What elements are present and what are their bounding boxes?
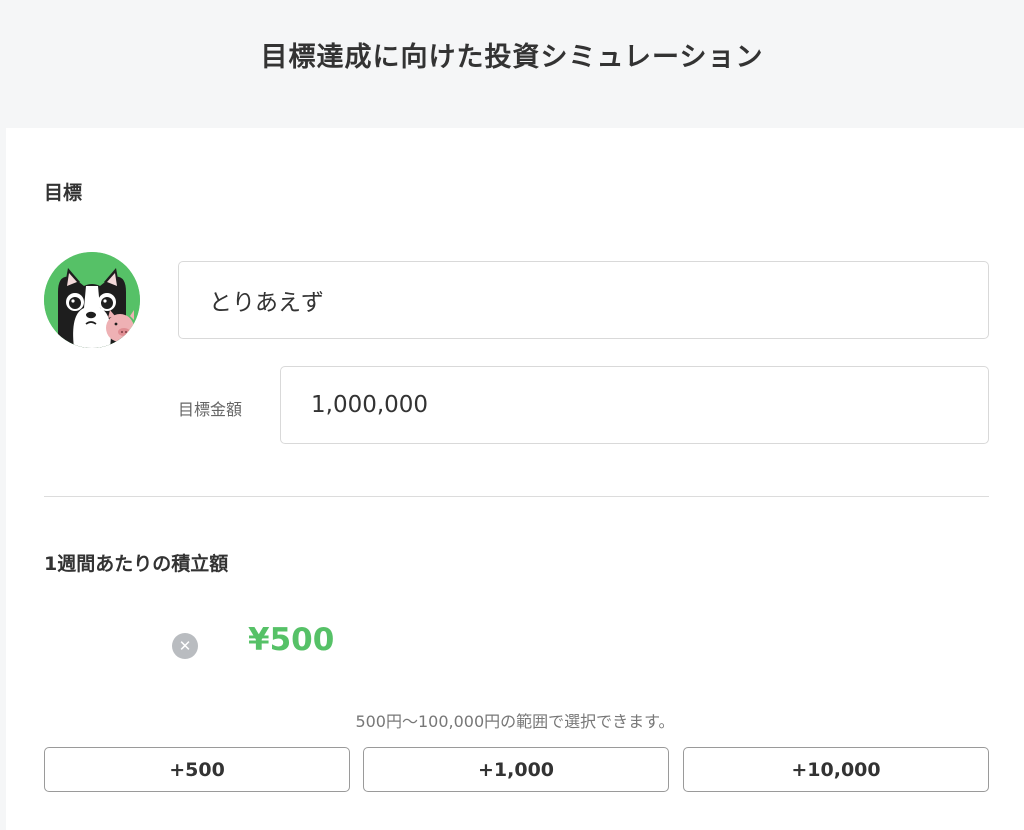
range-hint: 500円〜100,000円の範囲で選択できます。 <box>355 712 675 731</box>
clear-icon[interactable]: ✕ <box>172 633 198 659</box>
page-header: 目標達成に向けた投資シミュレーション <box>0 0 1024 128</box>
goal-name-input[interactable]: とりあえず <box>178 261 989 339</box>
goal-amount-input[interactable]: 1,000,000 <box>280 366 989 444</box>
add-1000-button[interactable]: +1,000 <box>363 747 669 792</box>
simulation-panel: 目標 とりあえず 目標金額 1,000,000 1週間あたりの積立額 ✕ ¥50… <box>6 128 1024 830</box>
goal-amount-label: 目標金額 <box>178 400 243 419</box>
add-10000-button[interactable]: +10,000 <box>683 747 989 792</box>
dog-avatar-image <box>44 252 140 348</box>
weekly-amount-value: ¥500 <box>248 622 335 658</box>
dog-avatar-icon[interactable] <box>44 252 140 348</box>
goal-section-title: 目標 <box>44 182 83 204</box>
add-500-button[interactable]: +500 <box>44 747 350 792</box>
weekly-section-title: 1週間あたりの積立額 <box>44 553 229 575</box>
section-divider <box>44 496 989 497</box>
page-title: 目標達成に向けた投資シミュレーション <box>260 41 764 73</box>
